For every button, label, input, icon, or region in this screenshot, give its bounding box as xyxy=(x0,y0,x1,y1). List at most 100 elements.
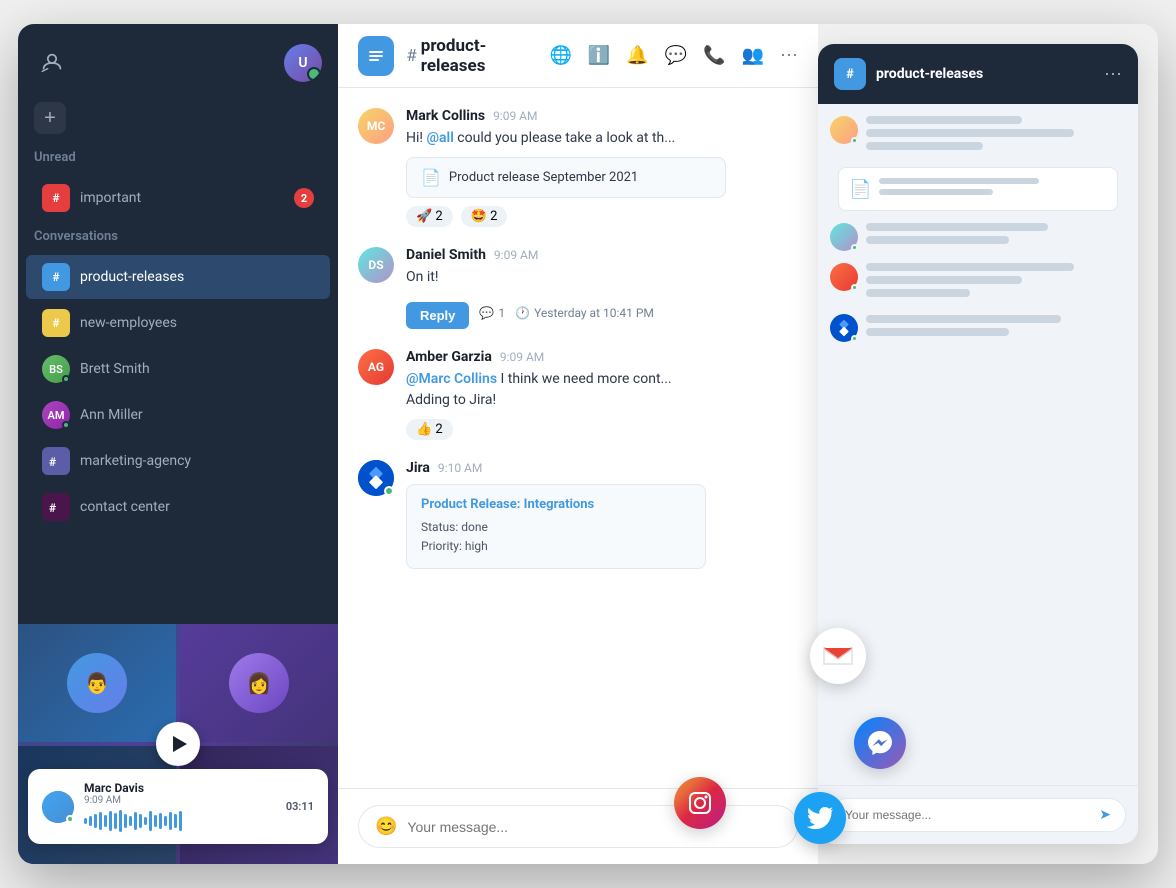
message-amber-garzia: AG Amber Garzia 9:09 AM @Marc Collins I … xyxy=(358,349,798,440)
ann-miller-label: Ann Miller xyxy=(80,407,314,423)
svg-text:#: # xyxy=(49,501,56,515)
contact-center-icon: # xyxy=(42,493,70,521)
contact-center-label: contact center xyxy=(80,499,314,515)
jira-status: Status: done xyxy=(421,518,691,537)
right-panel-input-area: ➤ xyxy=(818,785,1138,844)
mark-collins-text: Hi! @all could you please take a look at… xyxy=(406,128,798,149)
voice-card-avatar xyxy=(42,791,74,823)
sidebar-item-new-employees[interactable]: # new-employees xyxy=(26,301,330,345)
rp-message-3 xyxy=(830,223,1126,251)
main-chat-panel: # product-releases 🌐 ℹ️ 🔔 💬 📞 👥 ⋯ MC Ma xyxy=(338,24,818,864)
daniel-smith-name: Daniel Smith xyxy=(406,247,486,263)
sidebar-item-brett-smith[interactable]: BS Brett Smith xyxy=(26,347,330,391)
rp-lines-4 xyxy=(866,263,1126,302)
document-icon: 📄 xyxy=(421,168,441,187)
twitter-badge[interactable] xyxy=(794,792,846,844)
amber-garzia-text: @Marc Collins I think we need more cont.… xyxy=(406,369,798,411)
jira-avatar xyxy=(358,460,394,496)
people-icon[interactable]: 👥 xyxy=(742,45,764,66)
rp-lines-3 xyxy=(866,223,1126,249)
channel-title-name: product-releases xyxy=(421,36,538,76)
channel-item-important[interactable]: # important 2 xyxy=(26,176,330,220)
new-employees-icon: # xyxy=(42,309,70,337)
voice-message-card: Marc Davis 9:09 AM xyxy=(28,769,328,844)
header-icons: 🌐 ℹ️ 🔔 💬 📞 👥 ⋯ xyxy=(549,45,798,66)
more-icon[interactable]: ⋯ xyxy=(780,45,798,66)
sidebar-item-marketing-agency[interactable]: # marketing-agency xyxy=(26,439,330,483)
important-badge: 2 xyxy=(294,188,314,208)
gmail-badge[interactable] xyxy=(810,628,866,684)
sidebar-item-product-releases[interactable]: # product-releases xyxy=(26,255,330,299)
phone-icon[interactable]: 📞 xyxy=(703,45,725,66)
daniel-smith-time: 9:09 AM xyxy=(494,248,538,262)
right-panel-channel-icon: # xyxy=(834,58,866,90)
instagram-badge[interactable] xyxy=(674,777,726,829)
play-button[interactable] xyxy=(156,722,200,766)
voice-sender-name: Marc Davis xyxy=(84,781,276,795)
reply-button[interactable]: Reply xyxy=(406,302,469,329)
marketing-agency-icon: # xyxy=(42,447,70,475)
voice-card-info: Marc Davis 9:09 AM xyxy=(84,781,276,832)
jira-time: 9:10 AM xyxy=(438,461,482,475)
sidebar: U + Unread # important 2 Conversations #… xyxy=(18,24,338,864)
mark-collins-content: Mark Collins 9:09 AM Hi! @all could you … xyxy=(406,108,798,227)
jira-priority: Priority: high xyxy=(421,537,691,556)
attachment-card[interactable]: 📄 Product release September 2021 xyxy=(406,157,726,198)
video-call-widget: 👨 👩 👨 👩 xyxy=(18,624,338,864)
right-panel-more-icon[interactable]: ⋯ xyxy=(1104,64,1122,85)
bubble-icon: 💬 xyxy=(479,306,494,320)
whatsapp-icon[interactable]: 💬 xyxy=(665,45,687,66)
rp-doc-icon: 📄 xyxy=(849,179,871,200)
rp-avatar-1 xyxy=(830,116,858,144)
attachment-name: Product release September 2021 xyxy=(449,170,638,185)
rp-attachment[interactable]: 📄 xyxy=(838,167,1118,211)
info-icon[interactable]: ℹ️ xyxy=(588,45,610,66)
product-releases-label: product-releases xyxy=(80,269,314,285)
add-button[interactable]: + xyxy=(34,102,66,134)
chat-header-title: # product-releases xyxy=(406,36,537,76)
reply-time: 🕐 Yesterday at 10:41 PM xyxy=(515,306,654,320)
user-avatar[interactable]: U xyxy=(284,44,322,82)
brett-smith-label: Brett Smith xyxy=(80,361,314,377)
important-channel-icon: # xyxy=(42,184,70,212)
rp-jira-icon xyxy=(830,314,858,342)
rp-lines-1 xyxy=(866,116,1126,155)
amber-garzia-name: Amber Garzia xyxy=(406,349,492,365)
reply-count: 💬 1 xyxy=(479,306,505,320)
reaction-rocket[interactable]: 🚀 2 xyxy=(406,206,453,227)
amber-garzia-avatar: AG xyxy=(358,349,394,385)
sidebar-item-ann-miller[interactable]: AM Ann Miller xyxy=(26,393,330,437)
notification-icon[interactable]: 🔔 xyxy=(626,45,648,66)
conversations-section-label: Conversations xyxy=(18,229,338,254)
rp-message-input[interactable] xyxy=(845,808,1091,822)
messages-area: MC Mark Collins 9:09 AM Hi! @all could y… xyxy=(338,88,818,788)
unread-section-label: Unread xyxy=(18,150,338,175)
message-daniel-smith: DS Daniel Smith 9:09 AM On it! Reply 💬 1… xyxy=(358,247,798,329)
message-mark-collins: MC Mark Collins 9:09 AM Hi! @all could y… xyxy=(358,108,798,227)
reaction-starstruck[interactable]: 🤩 2 xyxy=(461,206,508,227)
reaction-thumbsup[interactable]: 👍 2 xyxy=(406,419,453,440)
sidebar-header: U xyxy=(18,44,338,102)
jira-card[interactable]: Product Release: Integrations Status: do… xyxy=(406,484,706,569)
brett-smith-avatar: BS xyxy=(42,355,70,383)
sidebar-item-contact-center[interactable]: # contact center xyxy=(26,485,330,529)
emoji-picker-icon[interactable]: 😊 xyxy=(375,816,397,837)
reactions-amber: 👍 2 xyxy=(406,419,798,440)
messenger-badge[interactable] xyxy=(854,717,906,769)
right-panel-title: product-releases xyxy=(876,66,1094,82)
rp-avatar-3 xyxy=(830,223,858,251)
reactions-mark: 🚀 2 🤩 2 xyxy=(406,206,798,227)
message-jira: Jira 9:10 AM Product Release: Integratio… xyxy=(358,460,798,569)
rp-message-1 xyxy=(830,116,1126,155)
amber-garzia-content: Amber Garzia 9:09 AM @Marc Collins I thi… xyxy=(406,349,798,440)
right-panel-messages: 📄 xyxy=(818,104,1138,785)
mark-collins-name: Mark Collins xyxy=(406,108,485,124)
rp-input-box[interactable]: ➤ xyxy=(830,798,1126,832)
right-panel-header: # product-releases ⋯ xyxy=(818,44,1138,104)
logo-icon xyxy=(34,45,70,81)
ann-miller-avatar: AM xyxy=(42,401,70,429)
svg-text:#: # xyxy=(49,455,56,469)
globe-icon[interactable]: 🌐 xyxy=(549,45,571,66)
rp-send-icon[interactable]: ➤ xyxy=(1099,807,1111,823)
mark-collins-time: 9:09 AM xyxy=(493,109,537,123)
